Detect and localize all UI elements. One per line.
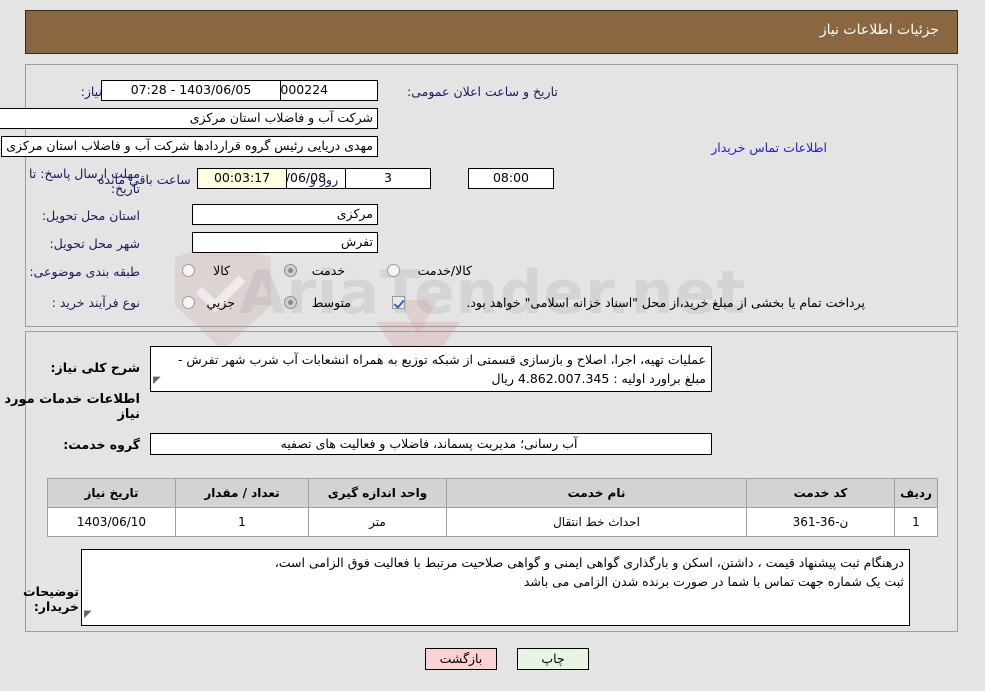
buyer-remarks-text[interactable]: درهنگام ثبت پیشنهاد قیمت ، داشتن، اسکن و… <box>81 549 910 626</box>
radio-category-kala-khedmat-label: کالا/خدمت <box>417 263 472 278</box>
cell-quantity: 1 <box>175 507 309 537</box>
remaining-days-value: 3 <box>345 168 431 189</box>
need-info-panel <box>25 64 958 327</box>
general-description-label: شرح کلی نیاز: <box>50 360 140 375</box>
print-button[interactable]: چاپ <box>517 648 589 670</box>
treasury-bonds-note: پرداخت تمام یا بخشی از مبلغ خرید،از محل … <box>466 295 865 310</box>
back-button[interactable]: بازگشت <box>425 648 497 670</box>
radio-process-motevaset-label: متوسط <box>311 295 351 310</box>
remaining-hours-label: ساعت باقي مانده <box>98 172 191 187</box>
table-row: 1 ن-36-361 احداث خط انتقال متر 1 1403/06… <box>47 507 938 537</box>
days-label: روز و <box>310 172 339 187</box>
delivery-province-label: استان محل تحویل: <box>41 208 140 223</box>
deadline-hour-value: 08:00 <box>468 168 554 189</box>
cell-need-date: 1403/06/10 <box>47 507 176 537</box>
resize-grip-icon-remarks[interactable]: ◥ <box>84 605 92 624</box>
service-group-label: گروه خدمت: <box>63 437 140 452</box>
announce-datetime-value: 1403/06/05 - 07:28 <box>101 80 281 101</box>
subject-category-label: طبقه بندی موضوعی: <box>29 264 140 279</box>
table-header-row: ردیف کد خدمت نام خدمت واحد اندازه گیری ت… <box>47 478 938 508</box>
radio-process-jozee[interactable] <box>182 296 195 309</box>
announce-datetime-label: تاریخ و ساعت اعلان عمومی: <box>407 84 558 99</box>
service-items-table: ردیف کد خدمت نام خدمت واحد اندازه گیری ت… <box>47 478 938 537</box>
general-description-content: عملیات تهیه، اجرا، اصلاح و بازسازی قسمتی… <box>177 352 706 386</box>
service-group-value: آب رسانی؛ مدیریت پسماند، فاضلاب و فعالیت… <box>150 433 712 455</box>
page-title: جزئیات اطلاعات نیاز <box>819 22 939 38</box>
countdown-timer-value: 00:03:17 <box>197 168 287 189</box>
requester-value: مهدی دریایی رئیس گروه قراردادها شرکت آب … <box>1 136 378 157</box>
th-service-code: کد خدمت <box>746 478 895 508</box>
th-quantity: تعداد / مقدار <box>175 478 309 508</box>
resize-grip-icon[interactable]: ◥ <box>153 371 161 390</box>
radio-category-kala[interactable] <box>182 264 195 277</box>
delivery-province-value: مرکزی <box>192 204 378 225</box>
buyer-remarks-line-2: ثبت یک شماره جهت تماس با شما در صورت برن… <box>523 574 904 589</box>
treasury-bonds-checkbox[interactable] <box>392 296 405 309</box>
delivery-city-value: تفرش <box>192 232 378 253</box>
delivery-city-label: شهر محل تحویل: <box>49 236 140 251</box>
th-need-date: تاریخ نیاز <box>47 478 176 508</box>
buyer-remarks-label: توضیحات خریدار: <box>23 584 79 614</box>
page-title-bar: جزئیات اطلاعات نیاز <box>25 10 958 54</box>
radio-category-khedmat-label: خدمت <box>311 263 345 278</box>
th-service-name: نام خدمت <box>446 478 747 508</box>
purchase-process-label: نوع فرآیند خرید : <box>51 295 140 310</box>
th-row-number: ردیف <box>894 478 938 508</box>
services-section-heading: اطلاعات خدمات مورد نیاز <box>4 392 140 422</box>
radio-process-motevaset[interactable] <box>284 296 297 309</box>
buyer-remarks-line-1: درهنگام ثبت پیشنهاد قیمت ، داشتن، اسکن و… <box>274 555 904 570</box>
cell-service-name: احداث خط انتقال <box>446 507 747 537</box>
th-unit: واحد اندازه گیری <box>308 478 447 508</box>
radio-process-jozee-label: جزیي <box>206 295 235 310</box>
page-root: AriaTender.net جزئیات اطلاعات نیاز شماره… <box>0 0 985 691</box>
buyer-org-value: شرکت آب و فاضلاب استان مرکزی <box>0 108 378 129</box>
radio-category-kala-khedmat[interactable] <box>387 264 400 277</box>
cell-service-code: ن-36-361 <box>746 507 895 537</box>
cell-unit: متر <box>308 507 447 537</box>
radio-category-kala-label: کالا <box>213 263 230 278</box>
general-description-text[interactable]: عملیات تهیه، اجرا، اصلاح و بازسازی قسمتی… <box>150 346 712 392</box>
buyer-contact-link[interactable]: اطلاعات تماس خریدار <box>711 140 827 155</box>
cell-row-number: 1 <box>894 507 938 537</box>
radio-category-khedmat[interactable] <box>284 264 297 277</box>
